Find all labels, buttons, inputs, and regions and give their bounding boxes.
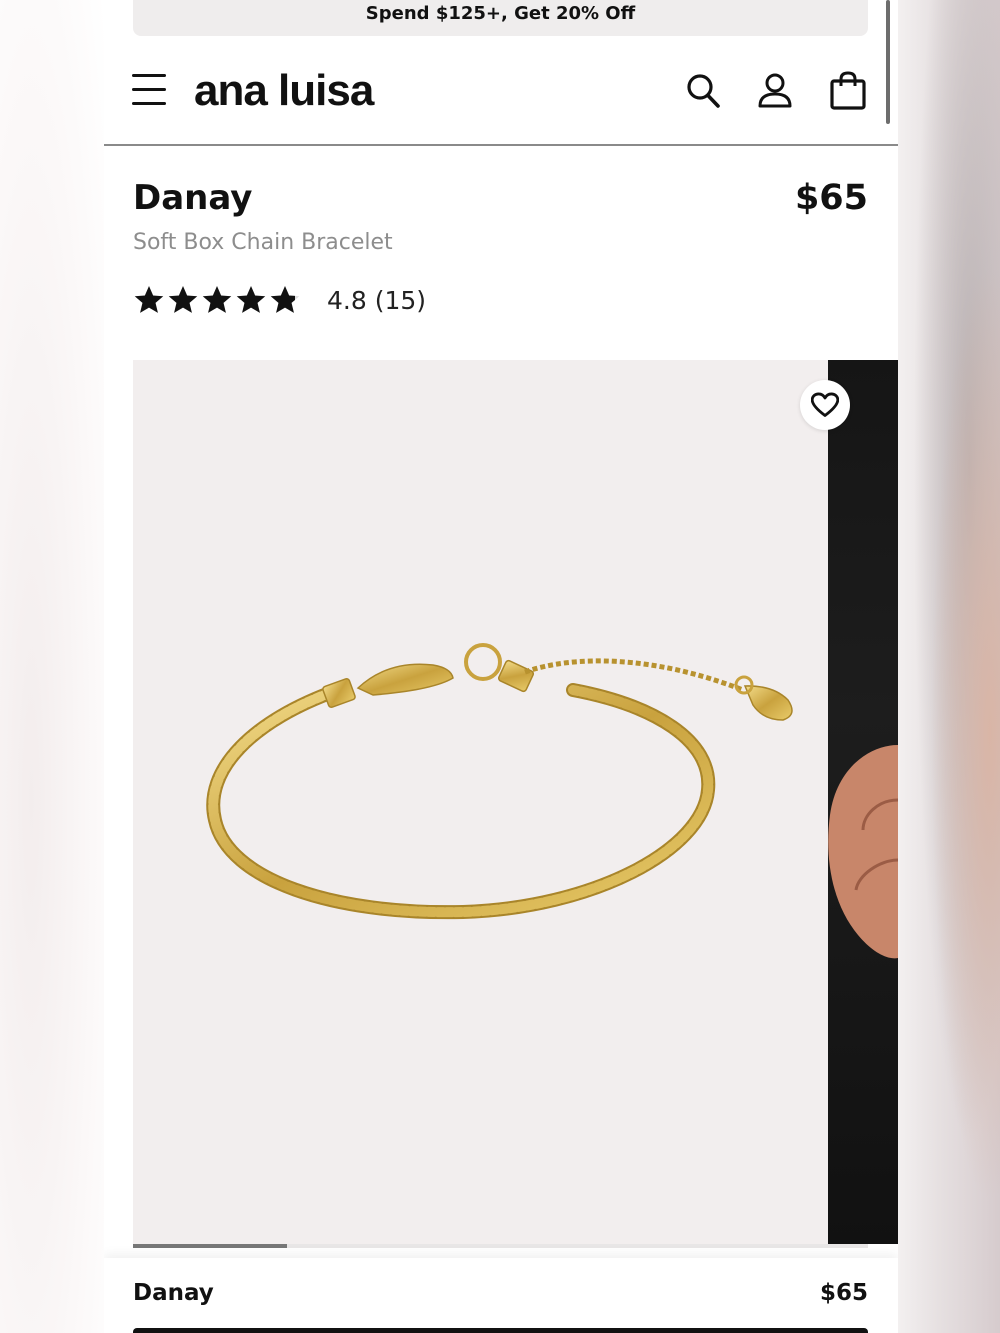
heart-icon[interactable] xyxy=(800,380,850,430)
product-gallery[interactable] xyxy=(133,360,898,1244)
site-header: ana luisa xyxy=(104,50,898,146)
next-product-image[interactable] xyxy=(828,360,898,1244)
promo-text: Spend $125+, Get 20% Off xyxy=(365,2,636,24)
partial-star-icon xyxy=(270,286,300,313)
gallery-progress xyxy=(133,1244,868,1248)
background-blur-right xyxy=(898,0,1000,1333)
rating-text: 4.8 (15) xyxy=(327,285,427,315)
product-subtitle: Soft Box Chain Bracelet xyxy=(133,230,393,255)
search-icon[interactable] xyxy=(684,70,724,112)
promo-banner[interactable]: Spend $125+, Get 20% Off xyxy=(133,0,868,36)
star-icon xyxy=(202,286,232,313)
menu-icon[interactable] xyxy=(132,72,168,108)
star-icon xyxy=(236,286,266,313)
product-image[interactable] xyxy=(133,360,828,1244)
sticky-product-price: $65 xyxy=(819,1280,868,1306)
bracelet-image xyxy=(206,643,793,920)
rating-summary[interactable]: 4.8 (15) xyxy=(133,282,426,318)
account-icon[interactable] xyxy=(755,70,795,112)
star-icon xyxy=(134,286,164,313)
sticky-product-name: Danay xyxy=(133,1280,214,1306)
product-price: $65 xyxy=(794,178,868,218)
gallery-progress-fill xyxy=(133,1244,288,1248)
product-title: Danay xyxy=(133,178,253,218)
sticky-add-to-bag-bar: Danay $65 xyxy=(104,1258,898,1333)
model-hand-image xyxy=(828,745,898,959)
background-blur-left xyxy=(0,0,104,1333)
add-to-bag-button[interactable] xyxy=(133,1328,868,1333)
star-rating xyxy=(133,284,301,316)
product-page: Spend $125+, Get 20% Off ana luisa Danay… xyxy=(104,0,898,1333)
shopping-bag-icon[interactable] xyxy=(828,70,868,112)
star-icon xyxy=(168,286,198,313)
brand-logo[interactable]: ana luisa xyxy=(194,66,374,116)
